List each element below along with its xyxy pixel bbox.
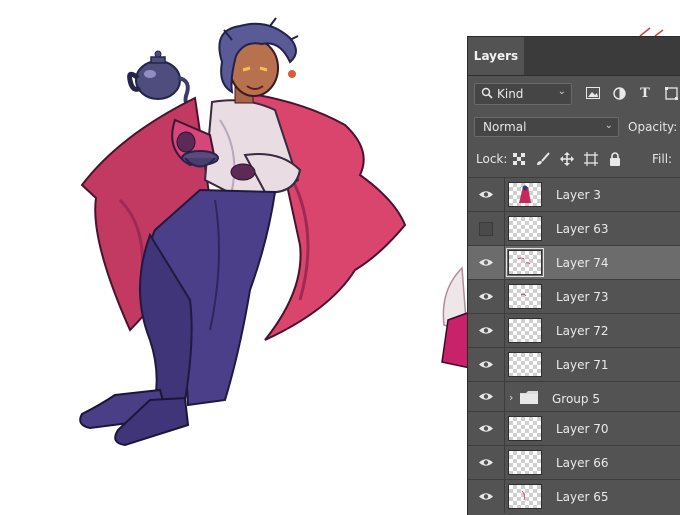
visibility-toggle[interactable]: [468, 348, 505, 381]
layer-row[interactable]: Layer 70: [468, 411, 680, 445]
eye-icon: [479, 459, 493, 466]
layer-name: Layer 63: [556, 222, 609, 236]
layer-name: Layer 65: [556, 490, 609, 504]
lock-artboard-icon[interactable]: [582, 149, 600, 169]
lock-row: Lock: Fill:: [474, 149, 680, 171]
adjustment-filter-icon[interactable]: [610, 84, 628, 102]
layer-row[interactable]: Layer 72: [468, 313, 680, 347]
hidden-visibility-box: [479, 221, 493, 236]
layer-row[interactable]: Layer 65: [468, 479, 680, 513]
layer-name: Layer 66: [556, 456, 609, 470]
search-icon: [481, 87, 493, 102]
lock-move-icon[interactable]: [558, 149, 576, 169]
filter-row: Kind ⌄ T: [474, 83, 680, 105]
visibility-toggle[interactable]: [468, 212, 505, 245]
fill-label: Fill:: [652, 152, 673, 166]
eye-icon: [479, 393, 493, 400]
visibility-toggle[interactable]: [468, 246, 505, 279]
filter-kind-select[interactable]: Kind ⌄: [474, 83, 572, 105]
layer-thumbnail: [508, 216, 542, 241]
layer-name: Layer 71: [556, 358, 609, 372]
layer-name: Layer 70: [556, 422, 609, 436]
eye-icon: [479, 293, 493, 300]
layer-thumbnail: [508, 450, 542, 475]
eye-icon: [479, 493, 493, 500]
layer-thumbnail: [508, 416, 542, 441]
layer-row[interactable]: Layer 73: [468, 279, 680, 313]
chevron-down-icon: ⌄: [604, 120, 613, 131]
layer-thumbnail: [508, 484, 542, 509]
layer-thumbnail: [506, 248, 544, 277]
filter-kind-label: Kind: [497, 87, 524, 101]
lock-label: Lock:: [476, 152, 508, 166]
layer-name: Group 5: [552, 392, 600, 406]
layer-thumbnail: [508, 284, 542, 309]
visibility-toggle[interactable]: [468, 446, 505, 479]
layers-list: Layer 3 Layer 63 Layer 74 Layer 73 Layer…: [468, 177, 680, 513]
type-filter-icon[interactable]: T: [636, 84, 654, 102]
lock-brush-icon[interactable]: [534, 149, 552, 169]
opacity-label: Opacity:: [628, 120, 678, 134]
lock-all-icon[interactable]: [606, 149, 624, 169]
blend-mode-value: Normal: [483, 120, 527, 134]
panel-tab-bar: Layers: [468, 37, 680, 76]
layer-name: Layer 74: [556, 256, 609, 270]
image-filter-icon[interactable]: [584, 84, 602, 102]
eye-icon: [479, 327, 493, 334]
layer-name: Layer 3: [556, 188, 601, 202]
layer-name: Layer 73: [556, 290, 609, 304]
blend-row: Normal ⌄ Opacity:: [474, 117, 680, 139]
layer-row[interactable]: Layer 66: [468, 445, 680, 479]
visibility-toggle[interactable]: [468, 314, 505, 347]
visibility-toggle[interactable]: [468, 178, 505, 211]
visibility-toggle[interactable]: [468, 382, 505, 411]
tab-layers[interactable]: Layers: [468, 37, 524, 75]
eye-icon: [479, 191, 493, 198]
layer-name: Layer 72: [556, 324, 609, 338]
eye-icon: [479, 425, 493, 432]
folder-icon: [520, 391, 538, 407]
layer-group-row[interactable]: › Group 5: [468, 381, 680, 411]
layer-row[interactable]: Layer 63: [468, 211, 680, 245]
blend-mode-select[interactable]: Normal ⌄: [474, 117, 619, 137]
visibility-toggle[interactable]: [468, 280, 505, 313]
layer-row[interactable]: Layer 71: [468, 347, 680, 381]
layers-panel: Layers Kind ⌄ T Normal ⌄ Opacity: Lock:: [467, 36, 680, 515]
layer-thumbnail: [508, 352, 542, 377]
eye-icon: [479, 361, 493, 368]
chevron-down-icon: ⌄: [557, 86, 566, 97]
lock-transparent-icon[interactable]: [510, 149, 528, 169]
layer-row[interactable]: Layer 3: [468, 177, 680, 211]
layer-thumbnail: [508, 318, 542, 343]
layer-thumbnail: [508, 182, 542, 207]
layer-row-selected[interactable]: Layer 74: [468, 245, 680, 279]
visibility-toggle[interactable]: [468, 412, 505, 445]
teapot-illustration: [127, 50, 191, 106]
shape-filter-icon[interactable]: [662, 84, 680, 102]
chevron-right-icon[interactable]: ›: [509, 391, 513, 404]
visibility-toggle[interactable]: [468, 480, 505, 513]
eye-icon: [479, 259, 493, 266]
